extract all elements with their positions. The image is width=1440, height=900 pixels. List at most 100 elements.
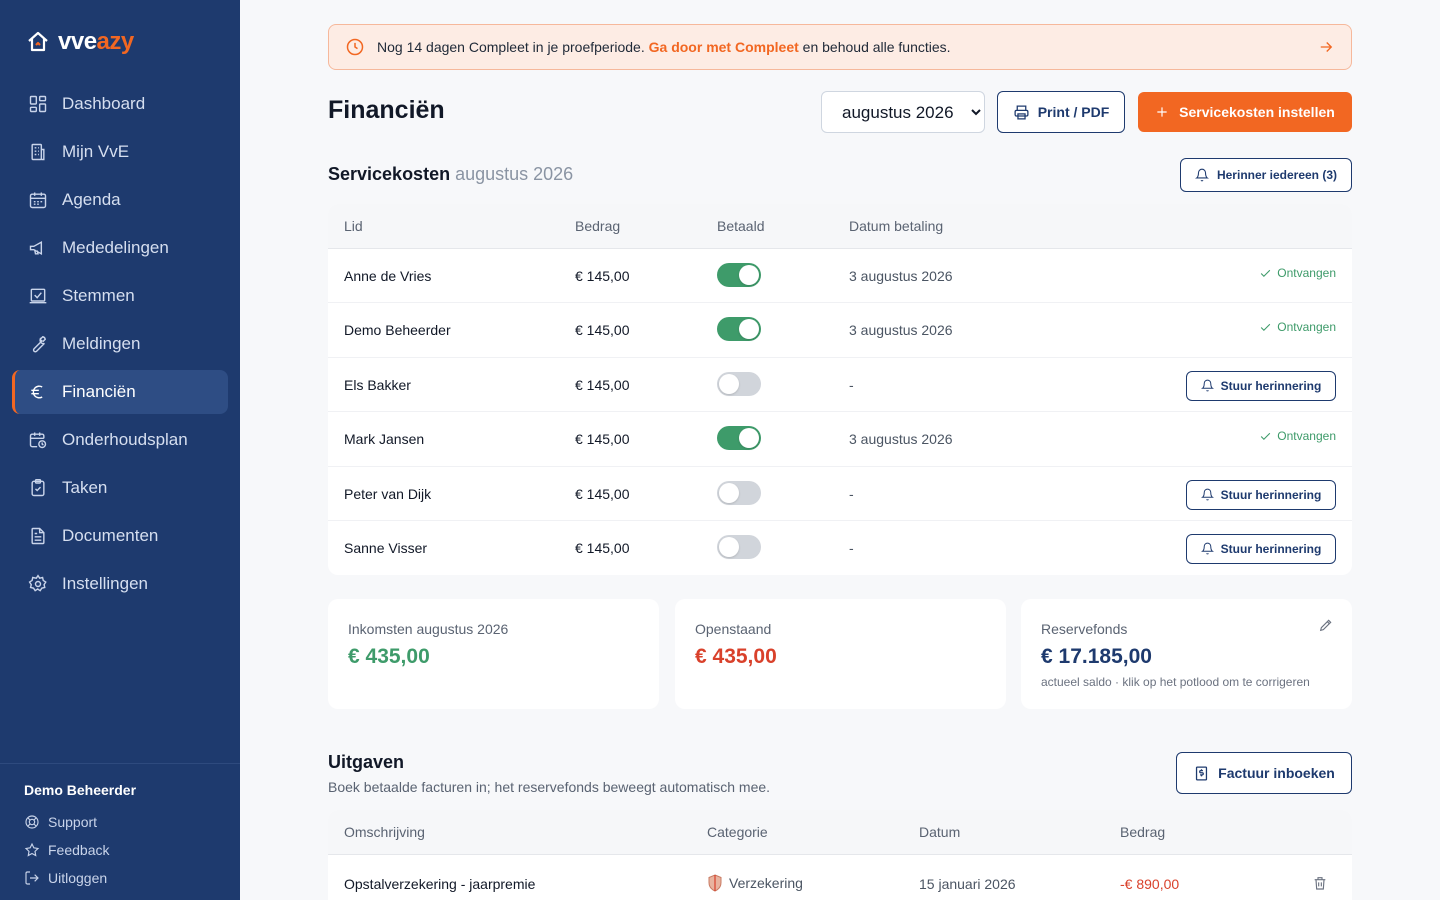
- table-row: Mark Jansen € 145,00 3 augustus 2026 Ont…: [328, 412, 1352, 467]
- received-label: Ontvangen: [1277, 429, 1336, 444]
- received-label: Ontvangen: [1277, 320, 1336, 335]
- calendar-icon: [29, 192, 47, 209]
- outstanding-label: Openstaand: [695, 621, 772, 637]
- expense-category-label: Verzekering: [729, 875, 803, 891]
- nav-label: Instellingen: [62, 574, 149, 593]
- paid-toggle[interactable]: [717, 426, 761, 451]
- euro-icon: [31, 385, 43, 399]
- main-nav: Dashboard Mijn VvE Agenda Mededelingen S…: [12, 82, 228, 610]
- nav-item-meldingen[interactable]: Meldingen: [12, 322, 228, 366]
- payment-date: 3 augustus 2026: [849, 431, 953, 448]
- expenses-title: Uitgaven: [328, 752, 405, 772]
- banner-text: Nog 14 dagen Compleet in je proefperiode…: [377, 39, 951, 55]
- expense-description: Opstalverzekering - jaarpremie: [344, 876, 536, 892]
- page-title: Financiën: [328, 96, 445, 124]
- nav-item-onderhoudsplan[interactable]: Onderhoudsplan: [12, 418, 228, 462]
- nav-label: Documenten: [62, 526, 159, 545]
- paid-toggle[interactable]: [717, 534, 761, 559]
- book-invoice-button[interactable]: Factuur inboeken: [1176, 752, 1352, 794]
- paid-toggle[interactable]: [717, 371, 761, 396]
- send-reminder-button[interactable]: Stuur herinnering: [1186, 533, 1336, 564]
- nav-label: Mededelingen: [62, 238, 169, 257]
- nav-item-taken[interactable]: Taken: [12, 466, 228, 510]
- reserve-subtext: actueel saldo · klik op het potlood om t…: [1041, 675, 1310, 689]
- table-row: Peter van Dijk € 145,00 - Stuur herinner…: [328, 467, 1352, 521]
- banner-link[interactable]: Ga door met Compleet: [649, 39, 799, 55]
- table-row: Sanne Visser € 145,00 - Stuur herinnerin…: [328, 521, 1352, 575]
- nav-item-instellingen[interactable]: Instellingen: [12, 562, 228, 606]
- brand-logo[interactable]: vveazy: [26, 28, 134, 56]
- received-label: Ontvangen: [1277, 266, 1336, 280]
- clock-icon: [346, 38, 364, 56]
- paid-toggle[interactable]: [717, 317, 761, 342]
- nav-item-documenten[interactable]: Documenten: [12, 514, 228, 558]
- header-description: Omschrijving: [344, 824, 425, 840]
- brand-part2: azy: [96, 28, 135, 55]
- month-select[interactable]: augustus 2026: [821, 91, 985, 133]
- nav-item-stemmen[interactable]: Stemmen: [12, 274, 228, 318]
- banner-text-before: Nog 14 dagen Compleet in je proefperiode…: [377, 39, 649, 55]
- outstanding-stat-card: Openstaand € 435,00: [675, 599, 1006, 709]
- paid-toggle[interactable]: [717, 480, 761, 505]
- check-icon: [1261, 269, 1271, 277]
- header-date: Datum betaling: [849, 218, 944, 234]
- expenses-table: Omschrijving Categorie Datum Bedrag Opst…: [328, 810, 1352, 900]
- wrench-icon: [32, 335, 47, 353]
- income-value: € 435,00: [348, 645, 430, 668]
- payment-date: -: [849, 485, 854, 502]
- grid-icon: [29, 95, 47, 113]
- sidebar: vveazy Dashboard Mijn VvE Agenda Mededel…: [0, 0, 240, 900]
- building-icon: [31, 143, 45, 161]
- pencil-icon[interactable]: [1318, 617, 1334, 633]
- clipboard-check-icon: [31, 478, 45, 497]
- nav-item-mededelingen[interactable]: Mededelingen: [12, 226, 228, 270]
- nav-item-dashboard[interactable]: Dashboard: [12, 82, 228, 126]
- send-reminder-button[interactable]: Stuur herinnering: [1186, 370, 1336, 401]
- trial-banner[interactable]: Nog 14 dagen Compleet in je proefperiode…: [328, 24, 1352, 70]
- trash-icon[interactable]: [1312, 875, 1328, 891]
- payment-date: 3 augustus 2026: [849, 268, 953, 284]
- expense-category: Verzekering: [707, 874, 803, 892]
- table-row: Opstalverzekering - jaarpremie Verzekeri…: [328, 855, 1352, 900]
- received-status: Ontvangen: [1259, 320, 1336, 334]
- expense-amount: -€ 890,00: [1120, 876, 1180, 892]
- nav-label: Mijn VvE: [62, 142, 130, 161]
- send-reminder-button[interactable]: Stuur herinnering: [1186, 479, 1336, 510]
- member-amount: € 145,00: [575, 268, 630, 284]
- expenses-table-header: Omschrijving Categorie Datum Bedrag: [328, 810, 1352, 855]
- feedback-link[interactable]: Feedback: [24, 836, 216, 864]
- print-pdf-button[interactable]: Print / PDF: [997, 91, 1125, 133]
- header-paid: Betaald: [717, 218, 765, 234]
- reserve-label: Reservefonds: [1041, 621, 1128, 637]
- remind-all-button[interactable]: Herinner iedereen (3): [1180, 158, 1352, 192]
- servicecosts-settings-label: Servicekosten instellen: [1179, 104, 1335, 120]
- member-name: Peter van Dijk: [344, 485, 432, 502]
- lifebuoy-icon: [25, 815, 39, 829]
- support-link[interactable]: Support: [24, 808, 216, 836]
- outstanding-value: € 435,00: [695, 645, 777, 668]
- arrow-right-icon[interactable]: [1317, 38, 1335, 56]
- nav-item-financien[interactable]: Financiën: [12, 370, 228, 414]
- received-status: Ontvangen: [1259, 429, 1336, 443]
- check-icon: [1261, 432, 1271, 440]
- nav-item-agenda[interactable]: Agenda: [12, 178, 228, 222]
- nav-item-mijn-vve[interactable]: Mijn VvE: [12, 130, 228, 174]
- calendar-clock-icon: [29, 432, 47, 449]
- logout-link[interactable]: Uitloggen: [24, 864, 216, 892]
- bell-icon: [1194, 168, 1209, 182]
- servicecosts-table-header: Lid Bedrag Betaald Datum betaling: [328, 204, 1352, 249]
- servicecosts-settings-button[interactable]: Servicekosten instellen: [1138, 92, 1352, 132]
- plus-icon: [1157, 107, 1167, 117]
- paid-toggle[interactable]: [717, 263, 761, 287]
- member-amount: € 145,00: [575, 376, 630, 393]
- table-row: Demo Beheerder € 145,00 3 augustus 2026 …: [328, 303, 1352, 358]
- nav-label: Stemmen: [62, 286, 135, 305]
- remind-all-label: Herinner iedereen (3): [1216, 168, 1338, 182]
- star-icon: [24, 842, 40, 857]
- nav-label: Meldingen: [62, 334, 141, 353]
- home-logo-icon: [28, 31, 48, 52]
- member-name: Els Bakker: [344, 376, 411, 393]
- header-amount: Bedrag: [575, 218, 621, 234]
- reserve-stat-card: Reservefonds € 17.185,00 actueel saldo ·…: [1021, 599, 1352, 709]
- member-amount: € 145,00: [575, 431, 630, 448]
